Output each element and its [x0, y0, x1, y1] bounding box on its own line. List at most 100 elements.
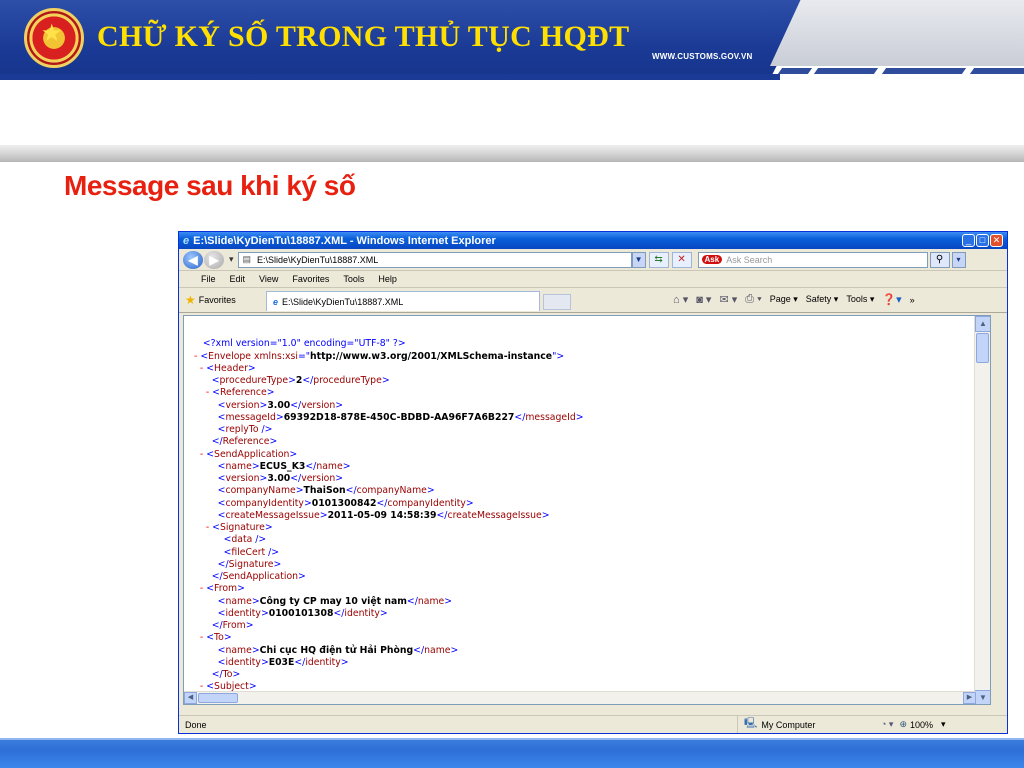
command-bar: ⌂ ▾ ◙ ▾ ✉ ▾ ⎙ ▾ Page ▾ Safety ▾ Tools ▾ …: [673, 293, 915, 306]
browser-window: e E:\Slide\KyDienTu\18887.XML - Windows …: [178, 231, 1008, 734]
vertical-scrollbar[interactable]: ▲ ▼: [974, 316, 990, 704]
more-commands-icon[interactable]: »: [910, 295, 915, 305]
favorites-star-icon: ★: [185, 293, 196, 307]
search-input[interactable]: Ask Ask Search: [697, 251, 928, 268]
new-tab-button[interactable]: [543, 294, 571, 310]
ie-logo-icon: e: [183, 234, 190, 247]
xml-line: <identity>E03E</identity>: [217, 656, 349, 668]
window-titlebar[interactable]: e E:\Slide\KyDienTu\18887.XML - Windows …: [179, 232, 1007, 249]
banner-stripe: [777, 68, 813, 74]
tab-title: E:\Slide\KyDienTu\18887.XML: [282, 296, 404, 307]
collapse-toggle[interactable]: -: [200, 449, 203, 460]
tab-bar: ★ Favorites e E:\Slide\KyDienTu\18887.XM…: [179, 288, 1007, 313]
xml-line: - <Header>: [199, 362, 256, 374]
mail-icon[interactable]: ✉ ▾: [719, 293, 737, 306]
help-icon[interactable]: ❓▾: [882, 293, 901, 306]
xml-line: - <Envelope xmlns:xsi="http://www.w3.org…: [194, 350, 565, 362]
magnifier-icon[interactable]: ⚲: [929, 251, 950, 268]
favorites-button[interactable]: ★ Favorites: [185, 293, 236, 307]
banner-stripe: [881, 68, 967, 74]
forward-arrow-icon[interactable]: ▶: [204, 250, 224, 269]
menu-favorites[interactable]: Favorites: [292, 274, 329, 284]
ie-tab-icon: e: [273, 296, 279, 307]
xml-content-pane[interactable]: <?xml version="1.0" encoding="UTF-8" ?> …: [183, 315, 991, 705]
xml-line: <name>ECUS_K3</name>: [217, 460, 351, 472]
slide-footer: [0, 738, 1024, 768]
printer-icon[interactable]: ⎙ ▾: [745, 293, 761, 306]
stop-icon[interactable]: ✕: [671, 251, 692, 268]
xml-line: <procedureType>2</procedureType>: [211, 375, 390, 386]
search-options-icon[interactable]: ▾: [951, 251, 966, 268]
xml-line: <messageId>69392D18-878E-450C-BDBD-AA96F…: [217, 411, 584, 423]
menu-help[interactable]: Help: [378, 274, 397, 284]
hscroll-thumb[interactable]: [198, 693, 238, 703]
separator-bar: [0, 145, 1024, 162]
xml-line: <replyTo />: [217, 424, 273, 435]
address-bar[interactable]: ▤ E:\Slide\KyDienTu\18887.XML: [237, 251, 632, 268]
horizontal-scrollbar[interactable]: ◀ ▶: [184, 691, 976, 704]
xml-line: - <Signature>: [205, 522, 273, 533]
xml-line: - <Reference>: [205, 387, 275, 399]
scroll-right-icon[interactable]: ▶: [963, 692, 976, 704]
address-text: E:\Slide\KyDienTu\18887.XML: [257, 254, 379, 265]
refresh-icon[interactable]: ⇆: [648, 251, 669, 268]
xml-line: </Reference>: [211, 436, 278, 448]
scroll-up-icon[interactable]: ▲: [975, 316, 990, 332]
collapse-toggle[interactable]: -: [194, 351, 197, 362]
favorites-label: Favorites: [198, 295, 236, 305]
collapse-toggle[interactable]: -: [206, 387, 209, 398]
tools-menu[interactable]: Tools ▾: [846, 294, 874, 305]
page-menu[interactable]: Page ▾: [770, 294, 798, 305]
safety-menu[interactable]: Safety ▾: [806, 294, 839, 305]
window-controls: _ □ ✕: [962, 234, 1003, 247]
address-toolbar: ◀ ▶ ▾ ▤ E:\Slide\KyDienTu\18887.XML ▼ ⇆ …: [179, 249, 1007, 271]
minimize-button[interactable]: _: [962, 234, 975, 247]
collapse-toggle[interactable]: -: [200, 583, 203, 594]
slide-heading: Message sau khi ký số: [64, 170, 356, 201]
back-arrow-icon[interactable]: ◀: [183, 250, 203, 269]
menu-edit[interactable]: Edit: [230, 274, 246, 284]
window-title: E:\Slide\KyDienTu\18887.XML - Windows In…: [193, 234, 496, 247]
xml-line: <name>Chi cục HQ điện tử Hải Phòng</name…: [217, 644, 459, 656]
xml-line: <fileCert />: [223, 546, 280, 558]
search-placeholder: Ask Search: [726, 254, 773, 265]
zoom-icon: ⊕: [899, 719, 908, 729]
collapse-toggle[interactable]: -: [200, 363, 203, 374]
history-dropdown-icon[interactable]: ▾: [229, 254, 234, 265]
address-dropdown-icon[interactable]: ▼: [631, 251, 646, 268]
scroll-down-icon[interactable]: ▼: [975, 690, 990, 704]
xml-line: <companyIdentity>0101300842</companyIden…: [217, 497, 474, 509]
xml-tree: <?xml version="1.0" encoding="UTF-8" ?> …: [194, 326, 584, 704]
emblem-star-icon: ★: [41, 20, 63, 47]
status-text: Done: [185, 719, 207, 730]
xml-line: <identity>0100101308</identity>: [217, 607, 388, 619]
rss-icon[interactable]: ◙ ▾: [696, 293, 711, 306]
home-icon[interactable]: ⌂ ▾: [673, 293, 688, 306]
xml-line: </From>: [211, 620, 254, 631]
scroll-left-icon[interactable]: ◀: [184, 692, 197, 704]
collapse-toggle[interactable]: -: [206, 522, 209, 533]
menu-file[interactable]: File: [201, 274, 216, 284]
protected-mode-icon[interactable]: ◔ ▾: [881, 719, 893, 730]
menu-bar: File Edit View Favorites Tools Help: [179, 271, 1007, 288]
xml-line: <data />: [223, 534, 267, 546]
slide-banner: ★ CHỮ KÝ SỐ TRONG THỦ TỤC HQĐT WWW.CUSTO…: [0, 0, 1024, 80]
zoom-dropdown-icon[interactable]: ▾: [941, 719, 946, 730]
xml-line: <companyName>ThaiSon</companyName>: [217, 485, 435, 497]
zoom-control[interactable]: ⊕ 100% ▾: [899, 719, 945, 730]
scroll-thumb[interactable]: [976, 333, 989, 363]
menu-view[interactable]: View: [259, 274, 278, 284]
xml-line: <version>3.00</version>: [217, 473, 344, 484]
close-button[interactable]: ✕: [990, 234, 1003, 247]
zone-label: My Computer: [761, 719, 816, 730]
slide: ★ CHỮ KÝ SỐ TRONG THỦ TỤC HQĐT WWW.CUSTO…: [0, 0, 1024, 768]
computer-icon: 🖳: [744, 718, 758, 729]
menu-tools[interactable]: Tools: [343, 274, 364, 284]
browser-tab[interactable]: e E:\Slide\KyDienTu\18887.XML: [266, 291, 540, 311]
security-zone: 🖳 My Computer: [737, 716, 877, 733]
banner-stripe: [969, 68, 1024, 74]
ask-logo-icon: Ask: [701, 255, 723, 264]
collapse-toggle[interactable]: -: [200, 632, 203, 643]
maximize-button[interactable]: □: [976, 234, 989, 247]
slide-title: CHỮ KÝ SỐ TRONG THỦ TỤC HQĐT: [97, 20, 630, 53]
